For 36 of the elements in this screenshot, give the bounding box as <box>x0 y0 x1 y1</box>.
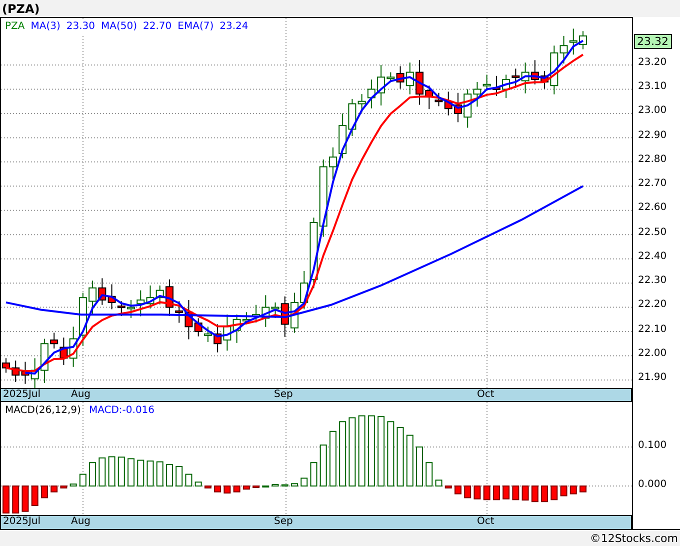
indicator-label: MA(50) <box>101 20 138 34</box>
price-tick-label: 22.10 <box>638 324 667 335</box>
price-tick-label: 22.80 <box>638 154 667 165</box>
date-label: Aug <box>71 389 91 401</box>
price-tick-label: 22.60 <box>638 203 667 214</box>
price-tick-label: 23.00 <box>638 106 667 116</box>
date-label: Sep <box>274 516 293 528</box>
indicator-value: 22.70 <box>143 20 172 34</box>
date-label: Oct <box>477 389 494 401</box>
price-tick-label: 22.00 <box>638 348 667 359</box>
macd-tick-label: 0.100 <box>638 441 667 451</box>
price-tick-label: 22.40 <box>638 252 667 262</box>
price-tick-label: 22.70 <box>638 179 667 190</box>
price-tick-label: 23.20 <box>638 58 667 68</box>
macd-value: MACD:-0.016 <box>88 404 155 418</box>
macd-tick-label: 0.000 <box>638 480 667 490</box>
date-label: 2025Jul <box>3 389 41 401</box>
indicator-label: MACD(26,12,9) <box>5 404 81 418</box>
date-label: 2025Jul <box>3 516 41 528</box>
indicator-value: 23.30 <box>66 20 96 34</box>
ticker-label: PZA <box>5 20 25 34</box>
date-label: Oct <box>477 516 494 528</box>
price-tick-label: 21.90 <box>638 372 667 383</box>
price-tick-label: 23.10 <box>638 82 667 92</box>
indicator-label: EMA(7) <box>178 20 214 34</box>
date-label: Aug <box>71 516 91 528</box>
chart-title: (PZA) <box>2 2 40 14</box>
last-price-badge: 23.32 <box>634 34 672 49</box>
indicator-label: MA(3) <box>30 20 60 34</box>
indicator-value: 23.24 <box>220 20 248 34</box>
date-label: Sep <box>274 389 293 401</box>
price-tick-label: 22.50 <box>638 228 667 238</box>
price-tick-label: 22.20 <box>638 300 667 310</box>
price-tick-label: 22.90 <box>638 130 667 141</box>
copyright-text: ©12Stocks.com <box>590 532 678 544</box>
price-tick-label: 22.30 <box>638 276 667 286</box>
